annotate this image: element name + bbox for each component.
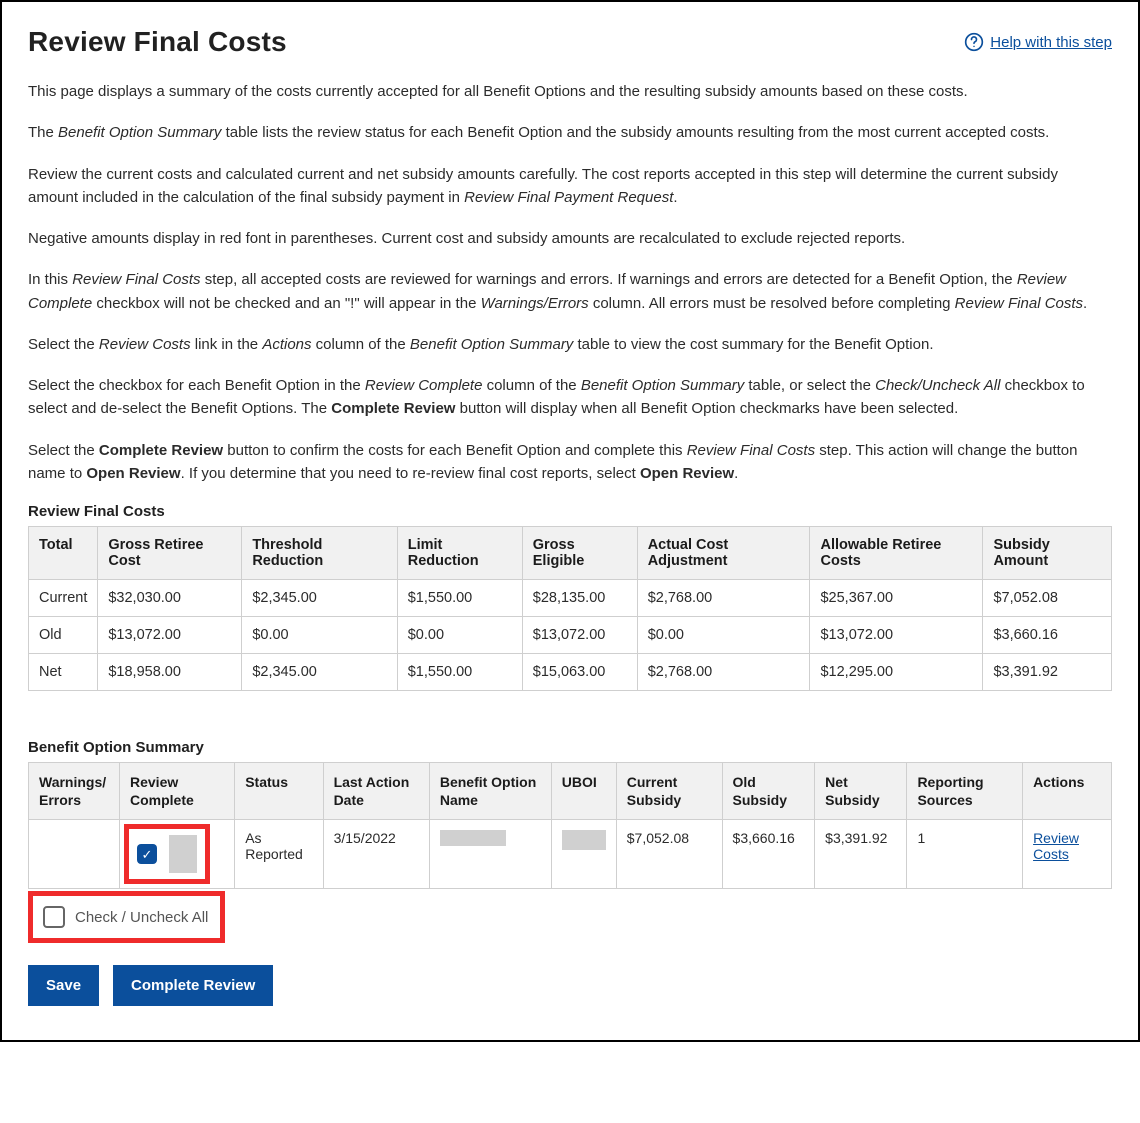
costs-th-gross-eligible: Gross Eligible (522, 527, 637, 580)
complete-review-button[interactable]: Complete Review (113, 965, 273, 1006)
costs-th-actual-adj: Actual Cost Adjustment (637, 527, 810, 580)
costs-th-limit: Limit Reduction (397, 527, 522, 580)
costs-th-gross-retiree: Gross Retiree Cost (98, 527, 242, 580)
help-icon (964, 32, 984, 52)
bos-cell-reporting-sources: 1 (907, 820, 1023, 889)
bos-cell-old-subsidy: $3,660.16 (722, 820, 815, 889)
bos-row: ✓ As Reported 3/15/2022 $7,052.08 $3,660… (29, 820, 1112, 889)
costs-th-subsidy: Subsidy Amount (983, 527, 1112, 580)
bos-th-review-complete: Review Complete (120, 763, 235, 820)
redacted-block (440, 830, 506, 846)
bos-th-bon: Benefit Option Name (429, 763, 551, 820)
intro-p3: Review the current costs and calculated … (28, 163, 1112, 210)
intro-p6: Select the Review Costs link in the Acti… (28, 333, 1112, 356)
page-title: Review Final Costs (28, 26, 287, 58)
review-complete-checkbox[interactable]: ✓ (137, 844, 157, 864)
costs-row-old: Old $13,072.00 $0.00 $0.00 $13,072.00 $0… (29, 617, 1112, 654)
costs-table-title: Review Final Costs (28, 503, 1112, 520)
bos-th-old-subsidy: Old Subsidy (722, 763, 815, 820)
intro-p7: Select the checkbox for each Benefit Opt… (28, 374, 1112, 421)
intro-p5: In this Review Final Costs step, all acc… (28, 268, 1112, 315)
intro-p8: Select the Complete Review button to con… (28, 439, 1112, 486)
bos-table-title: Benefit Option Summary (28, 739, 1112, 756)
bos-th-warnings: Warnings/ Errors (29, 763, 120, 820)
help-link-text: Help with this step (990, 34, 1112, 51)
bos-th-uboi: UBOI (551, 763, 616, 820)
check-icon: ✓ (142, 848, 153, 861)
bos-cell-net-subsidy: $3,391.92 (815, 820, 907, 889)
bos-cell-review-complete: ✓ (120, 820, 235, 889)
help-link[interactable]: Help with this step (964, 32, 1112, 52)
intro-p2: The Benefit Option Summary table lists t… (28, 121, 1112, 144)
bos-cell-last-action: 3/15/2022 (323, 820, 429, 889)
bos-th-net-subsidy: Net Subsidy (815, 763, 907, 820)
bos-cell-bon (429, 820, 551, 889)
check-uncheck-all-checkbox[interactable] (43, 906, 65, 928)
bos-th-actions: Actions (1023, 763, 1112, 820)
save-button[interactable]: Save (28, 965, 99, 1006)
bos-cell-warnings (29, 820, 120, 889)
costs-row-net: Net $18,958.00 $2,345.00 $1,550.00 $15,0… (29, 654, 1112, 691)
bos-cell-status: As Reported (235, 820, 323, 889)
check-uncheck-all-box: Check / Uncheck All (28, 891, 225, 943)
costs-th-allowable: Allowable Retiree Costs (810, 527, 983, 580)
intro-p4: Negative amounts display in red font in … (28, 227, 1112, 250)
review-costs-link[interactable]: Review Costs (1033, 830, 1079, 862)
benefit-option-summary-table: Warnings/ Errors Review Complete Status … (28, 762, 1112, 889)
bos-cell-uboi (551, 820, 616, 889)
intro-p1: This page displays a summary of the cost… (28, 80, 1112, 103)
costs-th-total: Total (29, 527, 98, 580)
check-uncheck-all-label: Check / Uncheck All (75, 909, 208, 926)
costs-table: Total Gross Retiree Cost Threshold Reduc… (28, 526, 1112, 691)
bos-cell-actions: Review Costs (1023, 820, 1112, 889)
bos-th-status: Status (235, 763, 323, 820)
bos-cell-current-subsidy: $7,052.08 (616, 820, 722, 889)
redacted-block (169, 835, 197, 873)
bos-th-last-action: Last Action Date (323, 763, 429, 820)
costs-row-current: Current $32,030.00 $2,345.00 $1,550.00 $… (29, 580, 1112, 617)
bos-th-current-subsidy: Current Subsidy (616, 763, 722, 820)
redacted-block (562, 830, 606, 850)
bos-th-reporting-sources: Reporting Sources (907, 763, 1023, 820)
costs-th-threshold: Threshold Reduction (242, 527, 397, 580)
spacer (28, 699, 1112, 735)
